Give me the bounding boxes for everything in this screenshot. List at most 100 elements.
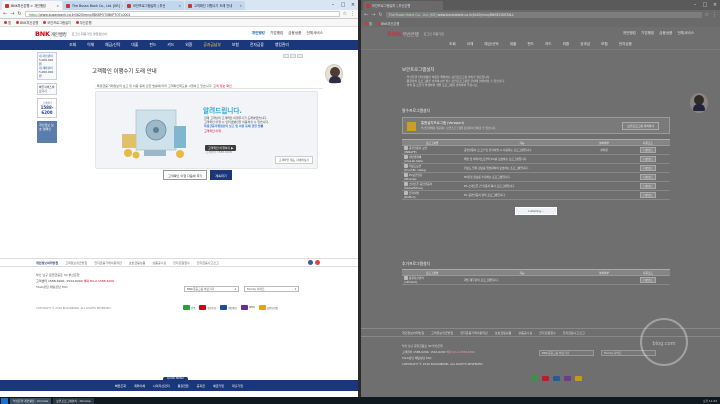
url-input[interactable]: https://www.busanbank.co.kr/ib20/mnu/IBK… — [24, 11, 340, 17]
top-nav-personal[interactable]: 개인뱅킹 — [623, 31, 636, 36]
install-all-button[interactable]: 보안프로그램 설치하기 — [622, 122, 659, 130]
menu-icon[interactable]: ⋮ — [712, 12, 717, 18]
bnk-logo[interactable]: BNK부산은행 — [387, 30, 419, 38]
continue-button[interactable]: 계속하기 — [210, 170, 232, 180]
close-tab-icon[interactable]: × — [178, 4, 181, 8]
more-info-button[interactable]: 고객확인 제도 자세히보기 — [274, 156, 313, 164]
footer-link[interactable]: 전자금융사고신고 — [563, 331, 585, 335]
taskbar-item[interactable]: 보안프로그램설치 - Chrome — [53, 397, 94, 404]
download-button[interactable]: 다운로드 — [640, 192, 656, 198]
taskbar-item[interactable]: 부산은행 개인뱅킹 - Chrome — [10, 397, 52, 404]
footer-link[interactable]: 상품공시실 — [518, 331, 532, 335]
minimize-icon[interactable]: – — [690, 0, 700, 10]
home-icon[interactable] — [290, 54, 296, 58]
browser-tab-1[interactable]: BNK부산은행 > 개인뱅킹 × — [2, 1, 62, 10]
footer-link[interactable]: 고객정보취급방침 — [65, 261, 87, 265]
top-nav-all[interactable]: 전체서비스 — [677, 31, 694, 36]
footer-link[interactable]: 개인정보처리방침 — [402, 331, 424, 335]
menu-item[interactable]: 대출 — [510, 42, 517, 47]
menu-item[interactable]: 조회 — [69, 42, 76, 48]
menu-item[interactable]: 공과금 — [580, 42, 590, 47]
download-button[interactable]: 다운로드 — [640, 183, 656, 189]
download-button[interactable]: 다운로드 — [640, 147, 656, 153]
footer-link[interactable]: 고객정보취급방침 — [431, 331, 453, 335]
menu-item[interactable]: 전자금융 — [619, 42, 632, 47]
top-nav-products[interactable]: 금융상품 — [288, 31, 301, 36]
top-nav-personal[interactable]: 개인뱅킹 — [252, 31, 265, 36]
download-button[interactable]: 다운로드 — [640, 156, 656, 162]
bookmark-apps[interactable]: 앱 — [4, 20, 11, 25]
top-nav-products[interactable]: 금융상품 — [659, 31, 672, 36]
menu-item[interactable]: 이체 — [467, 42, 474, 47]
menu-item[interactable]: 펀드 — [527, 42, 534, 47]
menu-item[interactable]: 뱅킹관리 — [275, 42, 289, 48]
footer-link[interactable]: 전자민원접수 — [173, 261, 190, 265]
browser-tab-3[interactable]: 보안프로그램설치 | 부산 × — [124, 1, 184, 10]
menu-item[interactable]: 조회 — [449, 42, 456, 47]
footer-link[interactable]: 개인정보처리방침 — [36, 261, 58, 265]
browser-tab-1[interactable]: 보안프로그램설치 | 부산은행 × — [363, 1, 443, 10]
forward-icon[interactable]: → — [371, 12, 375, 18]
menu-item[interactable]: 이체 — [87, 42, 94, 48]
menu-item[interactable]: 카드 — [545, 42, 552, 47]
menu-item[interactable]: 예금/신탁 — [484, 42, 498, 47]
maximize-icon[interactable]: □ — [700, 0, 710, 10]
quick-item[interactable]: 빠른조회 — [115, 384, 126, 388]
later-button[interactable]: 고객확인 이행 다음에 하기 — [163, 170, 208, 180]
bookmark-item[interactable]: 부산은행 — [75, 20, 92, 25]
footer-link[interactable]: 보호금융상품 — [495, 331, 512, 335]
footer-link[interactable]: 전자민원접수 — [539, 331, 556, 335]
group-site-select[interactable]: BNK금융그룹 바로가기 — [184, 286, 239, 292]
maximize-icon[interactable]: □ — [338, 0, 348, 10]
menu-item[interactable]: 펀드 — [149, 42, 156, 48]
close-tab-icon[interactable]: × — [56, 4, 59, 8]
url-input[interactable]: The Busan Bank Co., Ltd. [KR] www.busanb… — [385, 11, 702, 18]
menu-item[interactable]: 대출 — [131, 42, 138, 48]
menu-item[interactable]: 외환 — [563, 42, 570, 47]
menu-item[interactable]: 예금/신탁 — [105, 42, 120, 48]
quick-item[interactable]: 공과금 — [197, 384, 205, 388]
family-site-select[interactable]: Family 사이트 — [244, 286, 299, 292]
menu-item[interactable]: 카드 — [167, 42, 174, 48]
back-icon[interactable]: ← — [3, 11, 7, 17]
util-links[interactable]: 로그인 회원가입 — [424, 32, 444, 36]
quick-item[interactable]: 계좌이체 — [134, 384, 145, 388]
close-tab-icon[interactable]: × — [122, 4, 123, 8]
reload-icon[interactable]: ↻ — [17, 11, 21, 17]
download-button[interactable]: 다운로드 — [640, 174, 656, 180]
side-banner[interactable]: 개인정보 보호 캠페인 — [37, 121, 57, 143]
menu-item[interactable]: 전자금융 — [250, 42, 264, 48]
start-icon[interactable] — [1, 397, 8, 404]
util-links[interactable]: 로그인 회원가입 영업점안내 — [72, 32, 107, 36]
facebook-icon[interactable] — [308, 260, 313, 265]
star-icon[interactable]: ☆ — [705, 12, 709, 18]
bookmark-item[interactable]: BNK부산은행 — [15, 20, 38, 25]
minimize-icon[interactable]: – — [328, 0, 338, 10]
footer-link[interactable]: 상품공시실 — [152, 261, 166, 265]
bookmark-item[interactable]: BNK부산은행 — [376, 21, 399, 26]
footer-link[interactable]: 전자금융거래이용약관 — [460, 331, 488, 335]
star-icon[interactable]: ☆ — [343, 11, 347, 17]
menu-item[interactable]: 보험 — [601, 42, 608, 47]
menu-item[interactable]: 외환 — [185, 42, 192, 48]
print-icon[interactable] — [283, 54, 289, 58]
browser-tab-2[interactable]: The Busan Bank Co., Ltd. [KR]× — [63, 1, 123, 10]
top-nav-corporate[interactable]: 기업뱅킹 — [641, 31, 654, 36]
bnk-logo[interactable]: BNK개인뱅킹 — [35, 30, 67, 38]
top-nav-all[interactable]: 전체서비스 — [306, 31, 323, 36]
footer-link[interactable]: 전자금융거래이용약관 — [94, 261, 122, 265]
quick-item[interactable]: 통장전환 — [178, 384, 189, 388]
back-icon[interactable]: ← — [364, 12, 368, 18]
footer-link[interactable]: 전자금융사고신고 — [197, 261, 219, 265]
close-tab-icon[interactable]: × — [239, 4, 242, 8]
close-window-icon[interactable]: × — [348, 0, 358, 10]
quick-service-link[interactable]: 빠른서비스바로가기 — [37, 83, 57, 95]
group-site-select[interactable]: BNK금융그룹 바로가기 — [539, 350, 594, 356]
menu-icon[interactable]: ⋮ — [350, 11, 355, 17]
footer-link[interactable]: 보호금융상품 — [129, 261, 146, 265]
download-button[interactable]: 다운로드 — [640, 165, 656, 171]
quick-item[interactable]: 대출가입 — [232, 384, 243, 388]
browser-tab-4[interactable]: 고객확인 이행수기 도래 안내 × — [185, 1, 245, 10]
quick-item[interactable]: 나의자산관리 — [153, 384, 170, 388]
forward-icon[interactable]: → — [10, 11, 14, 17]
